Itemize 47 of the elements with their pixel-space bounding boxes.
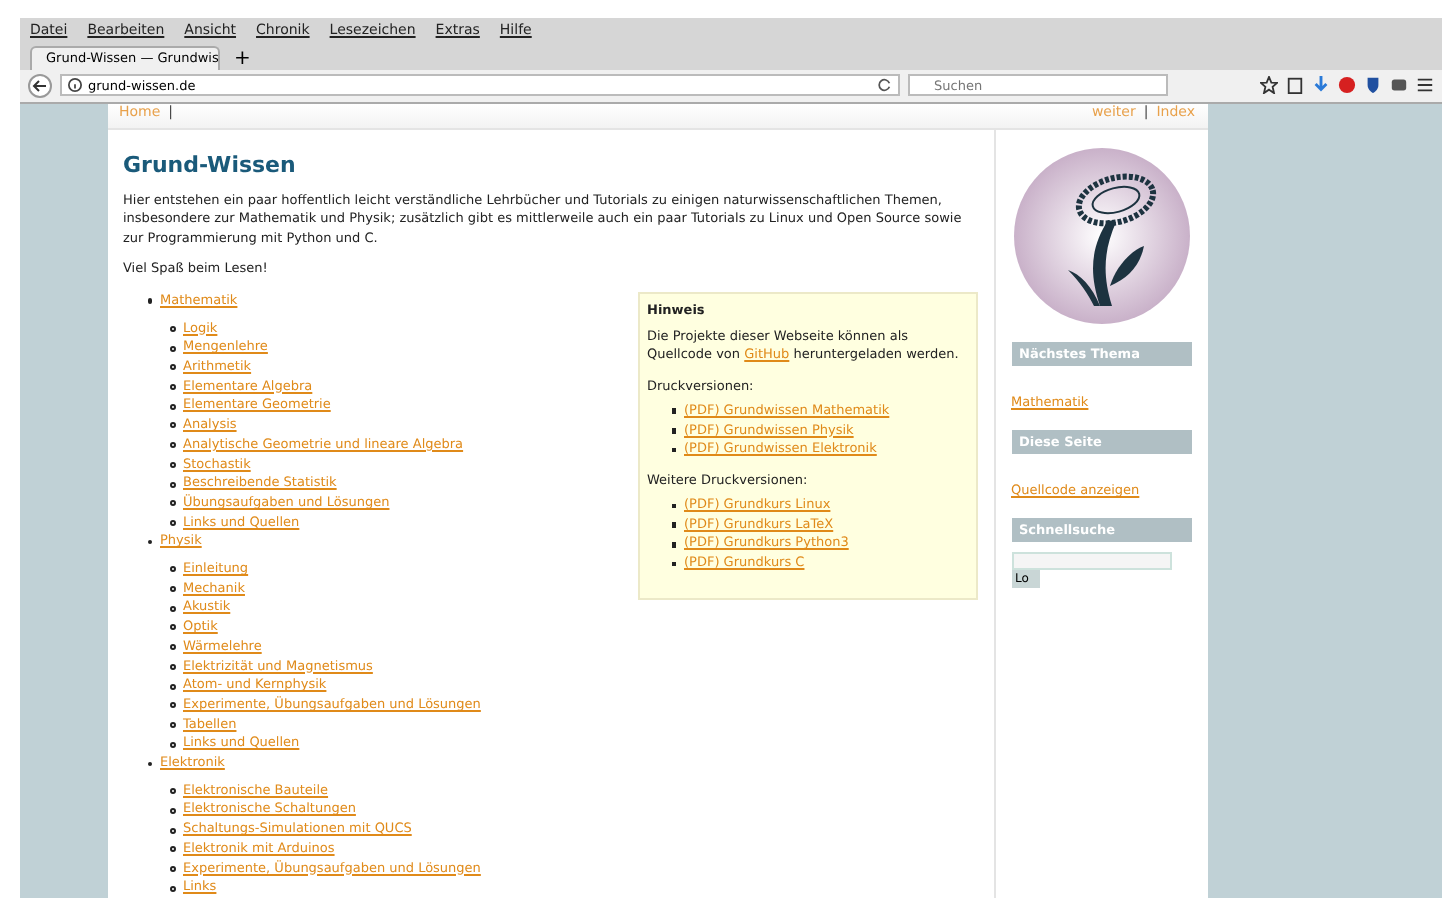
bullet-icon <box>169 481 175 488</box>
bullet-icon <box>671 447 676 453</box>
bullet-icon <box>169 722 175 728</box>
bullet-icon <box>169 566 175 573</box>
bullet-icon <box>169 500 175 507</box>
bullet-icon <box>169 741 175 748</box>
bullet-icon <box>169 663 175 670</box>
bullet-icon <box>671 408 676 414</box>
bullet-icon <box>169 865 175 872</box>
bullet-icon <box>169 461 175 468</box>
bullet-icon <box>671 522 676 528</box>
bullet-icon <box>169 605 175 612</box>
bullet-icon <box>147 298 152 304</box>
bullet-icon <box>169 442 175 449</box>
bullet-icon <box>169 422 175 429</box>
bullet-icon <box>169 624 175 631</box>
menu-icon[interactable] <box>1416 76 1434 95</box>
info-icon <box>68 78 82 93</box>
bullet-icon <box>169 519 175 526</box>
bullet-icon <box>671 561 676 567</box>
bullet-icon <box>671 503 676 509</box>
bullet-icon <box>169 788 175 795</box>
bullet-icon <box>169 403 175 410</box>
bullet-icon <box>169 807 175 814</box>
bullet-icon <box>169 586 175 593</box>
bullet-icon <box>169 384 175 391</box>
bullet-icon <box>169 702 175 709</box>
shield-icon[interactable] <box>1364 76 1382 95</box>
bullet-icon <box>147 761 152 767</box>
bullet-icon <box>169 846 175 853</box>
bullet-icon <box>169 364 175 371</box>
new-tab-button[interactable]: + <box>228 47 257 70</box>
bullet-icon <box>169 644 175 651</box>
bullet-icon <box>169 885 175 892</box>
star-icon[interactable] <box>1260 76 1278 95</box>
bullet-icon <box>671 428 676 434</box>
bullet-icon <box>147 539 152 545</box>
download-icon[interactable] <box>1312 76 1330 95</box>
reload-icon[interactable] <box>878 78 892 93</box>
bullet-icon <box>169 827 175 834</box>
bullet-icon <box>671 542 676 547</box>
bullet-icon <box>169 325 175 332</box>
back-icon[interactable] <box>28 73 52 98</box>
page-title: Grund-Wissen <box>123 151 298 178</box>
bullet-icon <box>169 683 175 690</box>
quick-search-field[interactable] <box>1011 551 1171 570</box>
bullet-icon <box>169 345 175 352</box>
